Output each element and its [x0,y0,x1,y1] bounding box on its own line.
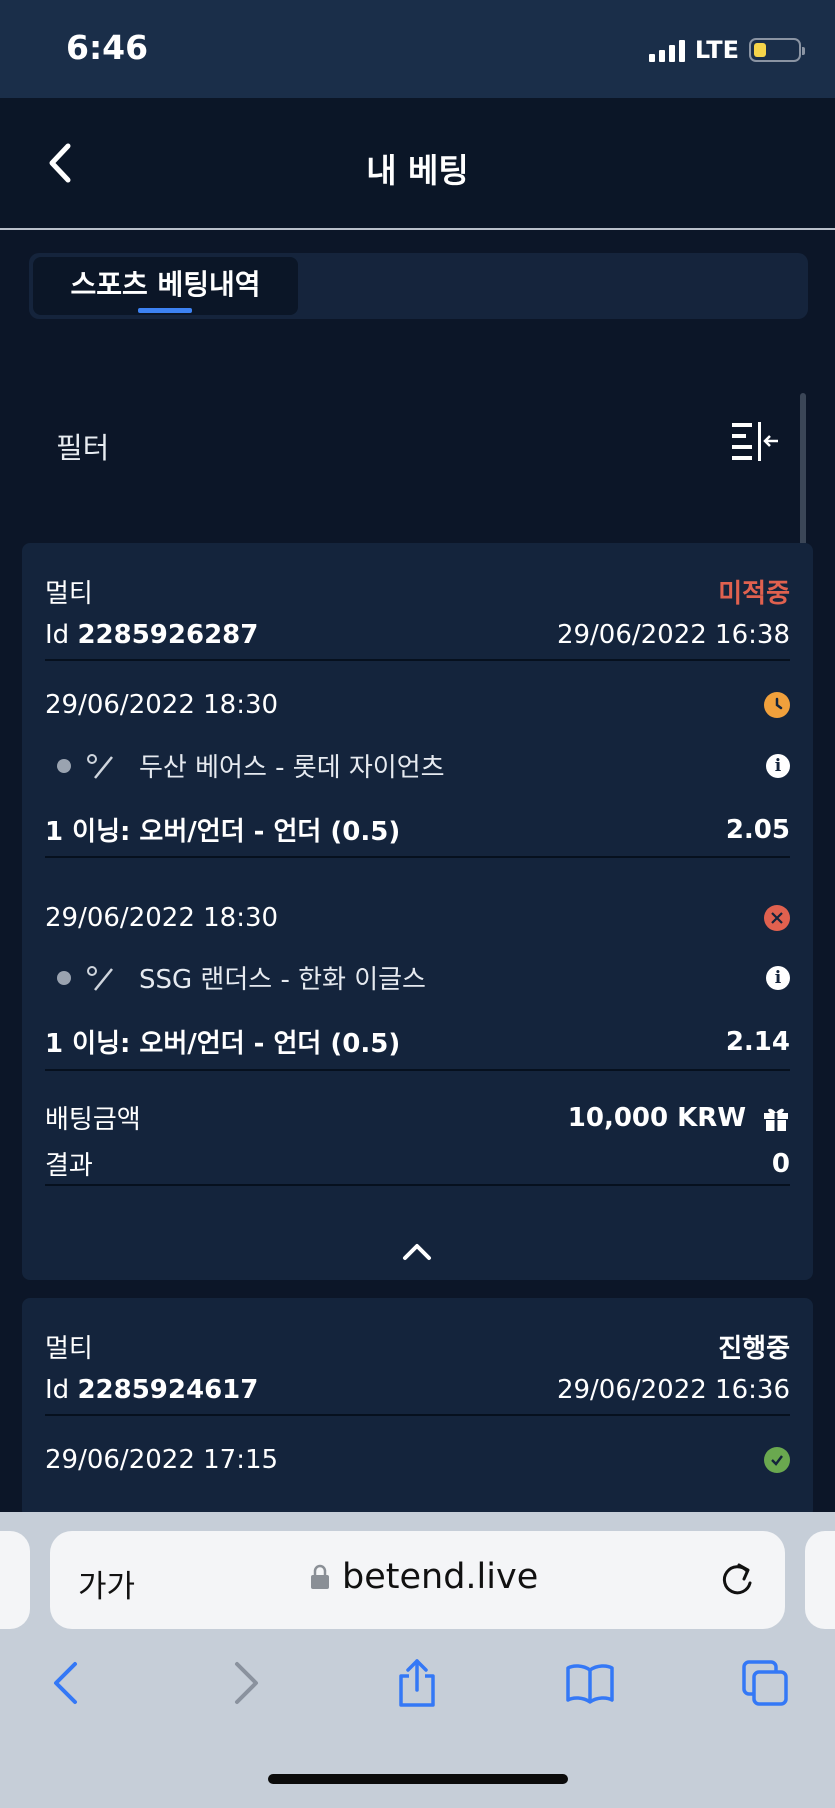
battery-icon [749,38,805,62]
signal-icon [648,38,685,62]
text-size-button[interactable]: 가가 [78,1561,135,1606]
tabs-icon[interactable] [740,1658,790,1708]
result-label: 결과 [45,1151,93,1181]
bet-id-row: Id 2285924617 29/06/2022 16:36 [45,1375,790,1405]
selection-odds: 2.14 [725,1026,790,1057]
divider [45,856,790,858]
stake-label: 배팅금액 [45,1105,141,1135]
clock-icon [764,692,790,718]
baseball-icon [87,753,113,779]
baseball-icon [87,965,113,991]
gift-icon [764,1108,788,1131]
stake-row: 배팅금액 10,000 KRW [45,1099,790,1136]
page-title: 내 베팅 [366,151,469,190]
info-icon[interactable]: i [766,753,790,778]
selection-match-row: SSG 랜더스 - 한화 이글스 i [45,959,790,996]
divider [45,1069,790,1071]
next-tab-preview[interactable] [805,1531,835,1629]
divider [45,659,790,661]
share-icon[interactable] [392,1658,442,1708]
selection-datetime: 29/06/2022 18:30 [45,690,279,720]
filter-icon[interactable] [730,420,780,462]
tab-active-indicator [138,308,192,313]
selection-match: 두산 베어스 - 롯데 자이언츠 [139,753,445,783]
selection-market: 1 이닝: 오버/언더 - 언더 (0.5) [45,817,401,847]
status-indicators: LTE [648,36,805,64]
home-indicator[interactable] [268,1774,568,1784]
filter-label: 필터 [56,431,110,465]
selection-match-row: 두산 베어스 - 롯데 자이언츠 i [45,747,790,784]
bet-status-badge: 진행중 [718,1334,790,1364]
bet-card: 멀티 진행중 Id 2285924617 29/06/2022 16:36 29… [22,1298,813,1518]
previous-tab-preview[interactable] [0,1531,30,1629]
status-time: 6:46 [66,28,149,67]
status-bar: 6:46 LTE [0,0,835,98]
bet-placed-time: 29/06/2022 16:38 [556,620,790,650]
selection-date-row: 29/06/2022 18:30 [45,690,790,720]
selection-match: SSG 랜더스 - 한화 이글스 [139,965,426,995]
bet-id: Id 2285926287 [45,620,259,650]
status-dot [57,970,71,985]
tab-label: 스포츠 베팅내역 [70,268,261,301]
bet-status-badge: 미적중 [718,579,790,609]
bet-id: Id 2285924617 [45,1375,259,1405]
close-circle-icon [764,905,790,931]
stake-amount: 10,000 KRW [567,1102,746,1133]
status-dot [57,758,71,773]
info-icon[interactable]: i [766,965,790,990]
collapse-chevron-up-icon[interactable] [397,1236,437,1266]
bet-header-row: 멀티 진행중 [45,1328,790,1365]
selection-market-row: 1 이닝: 오버/언더 - 언더 (0.5) 2.05 [45,811,790,848]
selection-market-row: 1 이닝: 오버/언더 - 언더 (0.5) 2.14 [45,1023,790,1060]
browser-back-icon[interactable] [42,1658,92,1708]
app-header: 내 베팅 [0,98,835,230]
tab-sports-betting-history[interactable]: 스포츠 베팅내역 [33,257,298,315]
bet-type: 멀티 [45,579,93,609]
bet-card: 멀티 미적중 Id 2285926287 29/06/2022 16:38 29… [22,543,813,1280]
bet-id-row: Id 2285926287 29/06/2022 16:38 [45,620,790,650]
result-row: 결과 0 [45,1145,790,1182]
address-bar[interactable]: 가가 betend.live [50,1531,785,1629]
browser-toolbar: 가가 betend.live [0,1512,835,1808]
tab-bar: 스포츠 베팅내역 [29,253,808,319]
bet-header-row: 멀티 미적중 [45,573,790,610]
bet-type: 멀티 [45,1334,93,1364]
result-value: 0 [771,1148,790,1179]
network-label: LTE [694,36,739,64]
selection-date-row: 29/06/2022 18:30 [45,903,790,933]
selection-datetime: 29/06/2022 17:15 [45,1445,279,1475]
divider [45,1184,790,1186]
selection-market: 1 이닝: 오버/언더 - 언더 (0.5) [45,1029,401,1059]
selection-datetime: 29/06/2022 18:30 [45,903,279,933]
browser-forward-icon[interactable] [220,1658,270,1708]
url-display[interactable]: betend.live [310,1557,538,1597]
lock-icon [311,1564,329,1589]
bet-placed-time: 29/06/2022 16:36 [556,1375,790,1405]
selection-date-row: 29/06/2022 17:15 [45,1445,790,1475]
bookmarks-icon[interactable] [565,1658,615,1708]
check-circle-icon [764,1447,790,1473]
url-text: betend.live [342,1557,539,1597]
divider [45,1414,790,1416]
reload-icon[interactable] [717,1559,757,1601]
selection-odds: 2.05 [725,814,790,845]
